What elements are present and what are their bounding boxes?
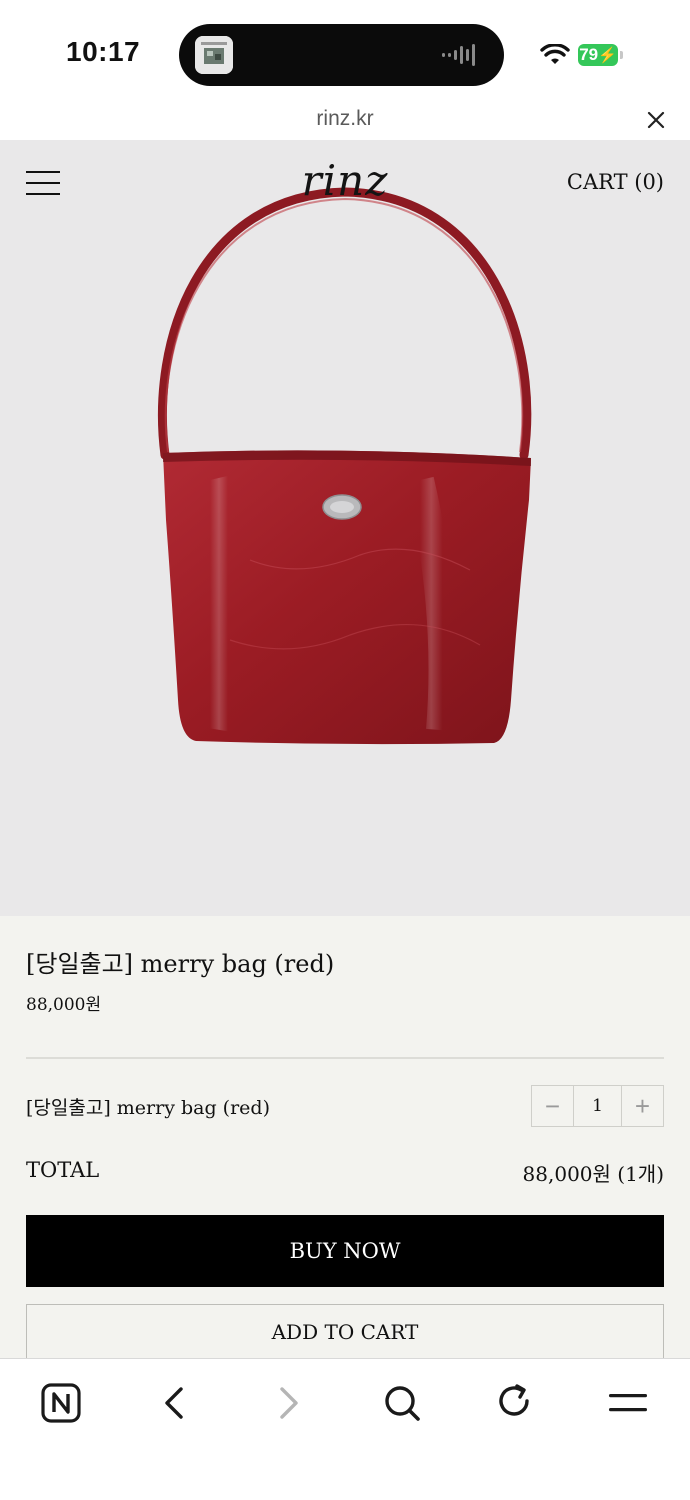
- product-title: [당일출고] merry bag (red): [26, 950, 335, 978]
- quantity-stepper: − 1 +: [531, 1085, 664, 1127]
- divider: [26, 1057, 664, 1059]
- audio-waveform-icon: [442, 44, 475, 66]
- selected-option-name: [당일출고] merry bag (red): [26, 1097, 270, 1119]
- close-icon[interactable]: [644, 108, 668, 132]
- menu-icon[interactable]: [606, 1381, 650, 1425]
- reload-icon[interactable]: [493, 1381, 537, 1425]
- product-info-panel: [당일출고] merry bag (red) 88,000원 [당일출고] me…: [0, 916, 690, 1364]
- battery-level: 79⚡: [578, 44, 618, 66]
- forward-icon[interactable]: [266, 1381, 310, 1425]
- dynamic-island[interactable]: [179, 24, 504, 86]
- url-text[interactable]: rinz.kr: [0, 107, 690, 131]
- status-bar: 10:17 79⚡: [0, 0, 690, 100]
- add-to-cart-button[interactable]: ADD TO CART: [26, 1304, 664, 1364]
- product-image: rinz CART (0): [0, 140, 690, 916]
- cart-link[interactable]: CART (0): [560, 170, 664, 194]
- bag-illustration: [158, 187, 532, 745]
- naver-home-icon[interactable]: [39, 1381, 83, 1425]
- quantity-value[interactable]: 1: [573, 1086, 622, 1126]
- search-icon[interactable]: [380, 1381, 424, 1425]
- battery-tip: [620, 51, 623, 59]
- total-label: TOTAL: [26, 1158, 100, 1182]
- clock: 10:17: [66, 36, 141, 67]
- total-value: 88,000원 (1개): [522, 1162, 664, 1186]
- product-price: 88,000원: [26, 995, 102, 1015]
- address-bar[interactable]: rinz.kr: [0, 100, 690, 140]
- back-icon[interactable]: [153, 1381, 197, 1425]
- quantity-decrement-button[interactable]: −: [532, 1086, 573, 1126]
- wifi-icon: [540, 44, 570, 64]
- now-playing-thumbnail: [195, 36, 233, 74]
- buy-now-button[interactable]: BUY NOW: [26, 1215, 664, 1287]
- quantity-increment-button[interactable]: +: [622, 1086, 663, 1126]
- browser-toolbar: [0, 1358, 690, 1500]
